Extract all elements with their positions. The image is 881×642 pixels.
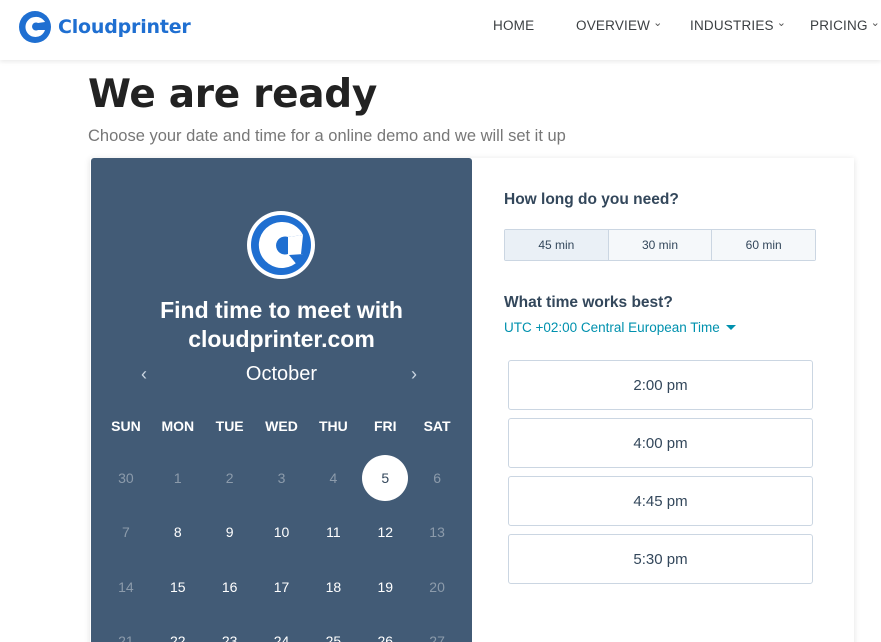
time-slot-button[interactable]: 4:00 pm: [508, 418, 813, 468]
nav-overview[interactable]: OVERVIEW ⌄: [576, 17, 663, 33]
duration-30-button[interactable]: 30 min: [608, 230, 713, 260]
calendar-day-unavailable: 3: [277, 470, 286, 486]
calendar-day-available[interactable]: 15: [152, 567, 204, 607]
calendar-day-unavailable: 30: [118, 470, 134, 486]
weekday-label: WED: [265, 418, 298, 434]
calendar-week: 7 8 9 10 11 12 13: [100, 512, 463, 552]
calendar-day-available[interactable]: 12: [359, 512, 411, 552]
timezone-selector[interactable]: UTC +02:00 Central European Time: [504, 320, 736, 335]
calendar-day-available[interactable]: 16: [204, 567, 256, 607]
calendar-day-unavailable: 4: [329, 470, 338, 486]
nav-overview-label: OVERVIEW: [576, 18, 651, 33]
nav-industries-label: INDUSTRIES: [690, 18, 774, 33]
chevron-down-icon: ⌄: [870, 17, 881, 29]
weekday-label: THU: [318, 418, 348, 434]
nav-home-label: HOME: [493, 18, 535, 33]
calendar-day-unavailable: 1: [173, 470, 182, 486]
calendar-day-unavailable: 13: [429, 524, 445, 540]
calendar-day-available[interactable]: 10: [256, 512, 308, 552]
calendar-day-available[interactable]: 25: [307, 621, 359, 642]
chevron-down-icon: ⌄: [776, 17, 787, 29]
weekday-header: SUN MON TUE WED THU FRI SAT: [100, 406, 463, 446]
time-slot-button[interactable]: 2:00 pm: [508, 360, 813, 410]
meeting-heading: Find time to meet with cloudprinter.com: [91, 296, 472, 354]
nav-pricing-label: PRICING: [810, 18, 868, 33]
calendar-day-unavailable: 6: [433, 470, 441, 486]
weekday-label: MON: [161, 418, 195, 434]
cloudprinter-logo-icon: [19, 11, 51, 43]
calendar-day-unavailable: 20: [429, 579, 445, 595]
nav-industries[interactable]: INDUSTRIES ⌄: [690, 17, 787, 33]
brand-name: Cloudprinter: [58, 16, 191, 38]
time-question: What time works best?: [504, 294, 673, 311]
calendar-day-selected[interactable]: 5: [359, 455, 411, 501]
caret-down-icon: [725, 325, 736, 330]
calendar-day-available[interactable]: 9: [204, 512, 256, 552]
calendar-week: 30 1 2 3 4 5 6: [100, 455, 463, 501]
duration-60-button[interactable]: 60 min: [712, 230, 816, 260]
calendar-week: 21 22 23 24 25 26 27: [100, 621, 463, 642]
weekday-label: SUN: [111, 418, 141, 434]
calendar-day-unavailable: 2: [225, 470, 234, 486]
page-subtitle: Choose your date and time for a online d…: [88, 127, 566, 145]
calendar-week: 14 15 16 17 18 19 20: [100, 567, 463, 607]
month-navigator: ‹ October ›: [91, 360, 472, 390]
duration-selector: 45 min 30 min 60 min: [504, 229, 816, 261]
meeting-heading-line2: cloudprinter.com: [188, 326, 375, 352]
calendar-day-available[interactable]: 19: [359, 567, 411, 607]
meeting-heading-line1: Find time to meet with: [160, 297, 403, 323]
calendar-day-unavailable: 27: [429, 633, 445, 642]
top-navigation: Cloudprinter HOME OVERVIEW ⌄ INDUSTRIES ⌄ …: [0, 0, 881, 60]
brand-logo[interactable]: Cloudprinter: [18, 10, 191, 44]
calendar-day-unavailable: 7: [122, 524, 130, 540]
calendar-day-available[interactable]: 22: [152, 621, 204, 642]
calendar-day-available[interactable]: 11: [307, 512, 359, 552]
calendar-panel: Find time to meet with cloudprinter.com …: [91, 158, 472, 642]
calendar-day-available[interactable]: 8: [152, 512, 204, 552]
weekday-label: SAT: [423, 418, 451, 434]
calendar-day-unavailable: 14: [118, 579, 134, 595]
time-slot-button[interactable]: 4:45 pm: [508, 476, 813, 526]
chevron-right-icon[interactable]: ›: [411, 364, 417, 385]
time-slot-button[interactable]: 5:30 pm: [508, 534, 813, 584]
nav-pricing[interactable]: PRICING ⌄: [810, 17, 881, 33]
timezone-label: UTC +02:00 Central European Time: [504, 320, 720, 335]
nav-home[interactable]: HOME: [493, 18, 534, 33]
calendar-day-number: 5: [362, 455, 409, 501]
page-title: We are ready: [88, 72, 377, 117]
duration-question: How long do you need?: [504, 191, 679, 208]
calendar-day-available[interactable]: 24: [256, 621, 308, 642]
duration-45-button[interactable]: 45 min: [505, 230, 609, 260]
chevron-down-icon: ⌄: [653, 17, 663, 29]
weekday-label: FRI: [373, 418, 397, 434]
calendar-day-available[interactable]: 23: [204, 621, 256, 642]
cloudprinter-avatar-icon: [247, 211, 315, 279]
calendar-day-available[interactable]: 17: [256, 567, 308, 607]
calendar-day-unavailable: 21: [118, 633, 134, 642]
weekday-label: TUE: [215, 418, 244, 434]
calendar-day-available[interactable]: 18: [307, 567, 359, 607]
calendar-day-available[interactable]: 26: [359, 621, 411, 642]
